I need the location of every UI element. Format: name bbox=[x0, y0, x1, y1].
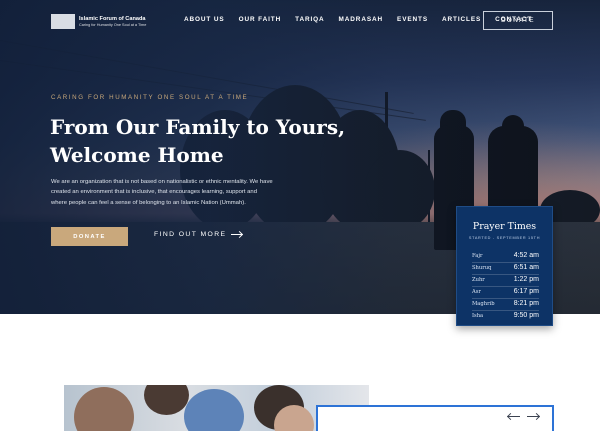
nav-events[interactable]: EVENTS bbox=[397, 16, 428, 23]
hero-headline: From Our Family to Yours, Welcome Home bbox=[50, 113, 350, 169]
logo-title: Islamic Forum of Canada bbox=[79, 15, 146, 22]
prayer-time: 4:52 am bbox=[513, 252, 539, 259]
prayer-name: Zuhr bbox=[472, 276, 485, 283]
prayer-name: Asr bbox=[472, 288, 481, 295]
prayer-row: Zuhr 1:22 pm bbox=[472, 274, 539, 285]
content-card bbox=[316, 405, 554, 431]
site-logo[interactable]: Islamic Forum of Canada Caring for Human… bbox=[51, 14, 146, 29]
prayer-time: 6:51 am bbox=[513, 264, 539, 271]
nav-our-faith[interactable]: OUR FAITH bbox=[239, 16, 282, 23]
prayer-row: Asr 6:17 pm bbox=[472, 286, 539, 297]
header-donate-button[interactable]: DONATE bbox=[483, 11, 553, 30]
prayer-row: Shuruq 6:51 am bbox=[472, 262, 539, 273]
prayer-name: Fajr bbox=[472, 252, 483, 259]
prayer-time: 9:50 pm bbox=[513, 312, 539, 319]
arrow-right-icon[interactable] bbox=[527, 416, 539, 417]
logo-text: Islamic Forum of Canada Caring for Human… bbox=[79, 16, 146, 28]
headline-line-2: Welcome Home bbox=[50, 143, 224, 167]
prayer-row: Maghrib 8:21 pm bbox=[472, 298, 539, 309]
hero-tagline: CARING FOR HUMANITY ONE SOUL AT A TIME bbox=[51, 94, 249, 101]
find-out-more-link[interactable]: FIND OUT MORE bbox=[154, 231, 243, 238]
photo-person bbox=[144, 385, 189, 415]
prayer-name: Maghrib bbox=[472, 300, 495, 307]
prayer-time: 1:22 pm bbox=[513, 276, 539, 283]
prayer-time: 6:17 pm bbox=[513, 288, 539, 295]
prayer-times-subtitle: STARTED - SEPTEMBER 15TH bbox=[468, 236, 541, 240]
prayer-times-title: Prayer Times bbox=[472, 221, 537, 232]
prayer-time: 8:21 pm bbox=[513, 300, 539, 307]
hero-donate-button[interactable]: DONATE bbox=[51, 227, 128, 246]
prayer-name: Isha bbox=[472, 312, 484, 319]
photo-person bbox=[184, 389, 244, 431]
find-out-more-label: FIND OUT MORE bbox=[154, 231, 227, 238]
prayer-row: Isha 9:50 pm bbox=[472, 310, 539, 321]
headline-line-1: From Our Family to Yours, bbox=[50, 115, 346, 139]
logo-mark bbox=[51, 14, 75, 29]
prayer-times-card: Prayer Times STARTED - SEPTEMBER 15TH Fa… bbox=[456, 206, 553, 326]
photo-person bbox=[74, 387, 134, 431]
nav-about-us[interactable]: ABOUT US bbox=[184, 16, 225, 23]
nav-tariqa[interactable]: TARIQA bbox=[295, 16, 324, 23]
arrow-right-icon bbox=[231, 234, 243, 235]
site-header: Islamic Forum of Canada Caring for Human… bbox=[0, 0, 600, 42]
photo-person bbox=[274, 405, 314, 431]
nav-madrasah[interactable]: MADRASAH bbox=[339, 16, 383, 23]
prayer-row: Fajr 4:52 am bbox=[472, 250, 539, 261]
nav-articles[interactable]: ARTICLES bbox=[442, 16, 481, 23]
prayer-name: Shuruq bbox=[472, 264, 492, 271]
logo-subtitle: Caring for Humanity One Soul at a Time bbox=[79, 22, 147, 27]
hero-description: We are an organization that is not based… bbox=[51, 179, 273, 206]
arrow-left-icon[interactable] bbox=[508, 416, 520, 417]
